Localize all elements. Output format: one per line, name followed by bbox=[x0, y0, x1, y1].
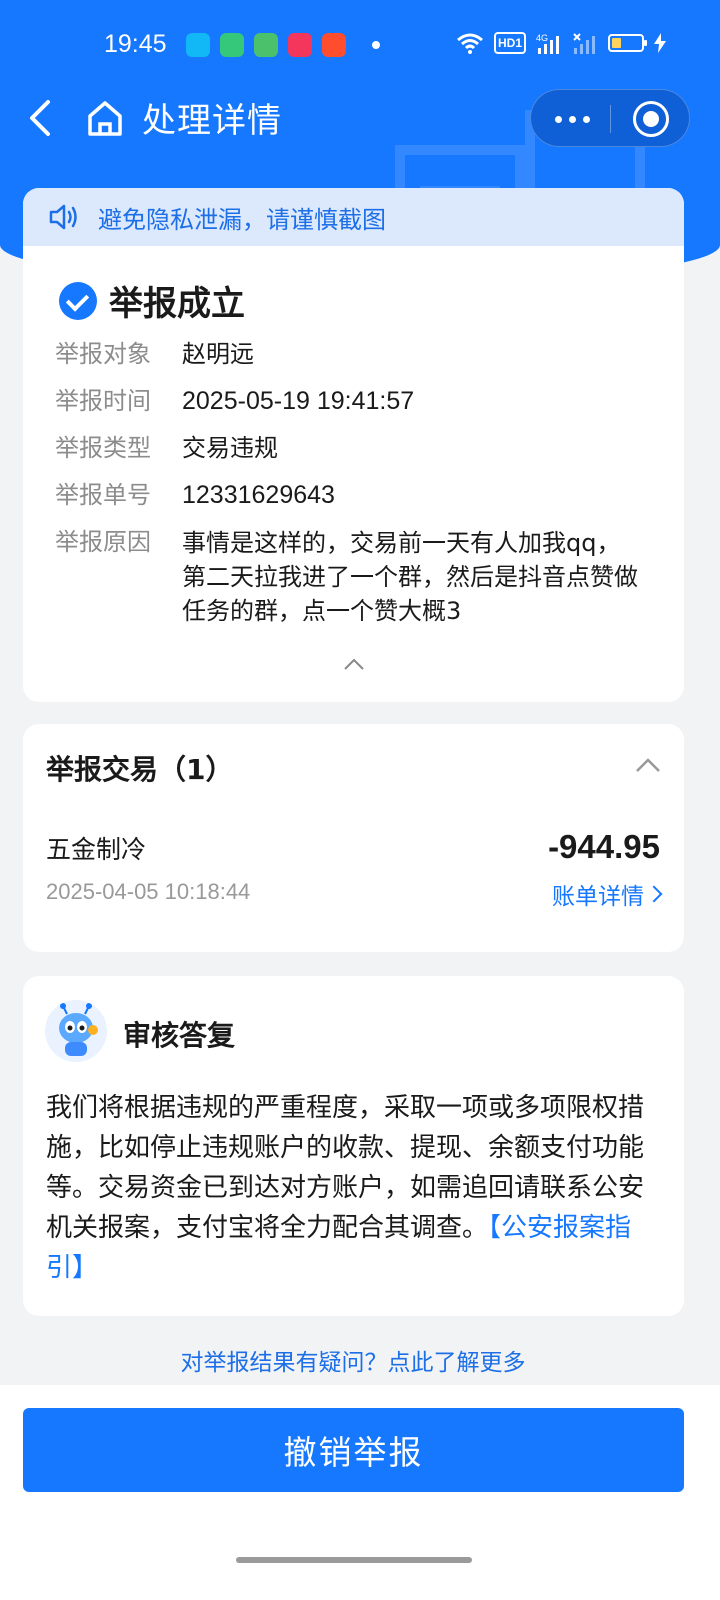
avatar bbox=[45, 1000, 107, 1062]
check-icon bbox=[59, 281, 97, 320]
close-miniapp-icon[interactable] bbox=[633, 101, 669, 137]
info-label: 举报单号 bbox=[55, 481, 151, 509]
review-card: 审核答复 我们将根据违规的严重程度，采取一项或多项限权措施，比如停止违规账户的收… bbox=[23, 976, 684, 1316]
chevron-right-icon bbox=[645, 885, 663, 903]
review-body: 我们将根据违规的严重程度，采取一项或多项限权措施，比如停止违规账户的收款、提现、… bbox=[46, 1088, 660, 1288]
status-bar: 19:45 HD1 4G bbox=[0, 0, 720, 90]
home-indicator[interactable] bbox=[236, 1557, 472, 1563]
cancel-report-button[interactable]: 撤销举报 bbox=[23, 1408, 684, 1492]
capsule-divider bbox=[610, 105, 611, 133]
info-row-reason: 举报原因 事情是这样的，交易前一天有人加我qq，第二天拉我进了一个群，然后是抖音… bbox=[55, 526, 655, 628]
battery-icon bbox=[608, 34, 647, 52]
info-label: 举报类型 bbox=[55, 434, 151, 462]
page-title: 处理详情 bbox=[142, 101, 282, 141]
video-icon bbox=[322, 33, 346, 57]
status-indicators: HD1 4G bbox=[456, 32, 666, 54]
signal-icon: 4G bbox=[536, 33, 559, 54]
info-value: 赵明远 bbox=[182, 340, 254, 368]
wifi-icon bbox=[457, 33, 483, 54]
phone-icon bbox=[220, 33, 244, 57]
info-value: 12331629643 bbox=[182, 481, 335, 509]
nav-bar: 处理详情 bbox=[0, 88, 720, 148]
network-label: 4G bbox=[536, 33, 548, 43]
info-label: 举报原因 bbox=[55, 528, 151, 556]
bill-details-link[interactable]: 账单详情 bbox=[552, 877, 663, 911]
info-value: 2025-05-19 19:41:57 bbox=[182, 387, 415, 415]
notification-dot bbox=[372, 41, 380, 49]
report-status-text: 举报成立 bbox=[109, 284, 245, 324]
signal-weak-icon bbox=[573, 33, 595, 54]
report-status: 举报成立 bbox=[59, 276, 245, 325]
music-icon bbox=[288, 33, 312, 57]
charging-icon bbox=[654, 33, 666, 53]
bill-details-label: 账单详情 bbox=[552, 884, 644, 910]
hd-badge: HD1 bbox=[493, 32, 526, 54]
privacy-notice-text: 避免隐私泄漏，请谨慎截图 bbox=[98, 205, 386, 234]
info-value: 交易违规 bbox=[182, 434, 278, 462]
info-row-number: 举报单号 12331629643 bbox=[55, 479, 655, 512]
info-label: 举报对象 bbox=[55, 340, 151, 368]
more-icon[interactable] bbox=[555, 116, 590, 123]
info-row-target: 举报对象 赵明远 bbox=[55, 338, 655, 371]
trade-card: 举报交易（1） 五金制冷 -944.95 2025-04-05 10:18:44… bbox=[23, 724, 684, 952]
info-row-time: 举报时间 2025-05-19 19:41:57 bbox=[55, 385, 655, 418]
miniapp-capsule bbox=[530, 89, 690, 147]
speaker-icon bbox=[49, 204, 77, 230]
back-icon[interactable] bbox=[22, 96, 58, 140]
question-link[interactable]: 对举报结果有疑问？点此了解更多 bbox=[0, 1343, 706, 1377]
status-time: 19:45 bbox=[104, 30, 167, 58]
trade-section-title: 举报交易（1） bbox=[46, 753, 234, 786]
chevron-up-icon[interactable] bbox=[343, 654, 365, 676]
info-row-type: 举报类型 交易违规 bbox=[55, 432, 655, 465]
trade-time: 2025-04-05 10:18:44 bbox=[46, 879, 251, 904]
robot-mascot-icon bbox=[45, 1000, 107, 1062]
privacy-notice: 避免隐私泄漏，请谨慎截图 bbox=[23, 188, 684, 246]
qq-icon bbox=[186, 33, 210, 57]
report-info-list: 举报对象 赵明远 举报时间 2025-05-19 19:41:57 举报类型 交… bbox=[55, 338, 655, 642]
status-app-icons bbox=[186, 33, 380, 57]
report-reason-text: 事情是这样的，交易前一天有人加我qq，第二天拉我进了一个群，然后是抖音点赞做任务… bbox=[182, 529, 638, 625]
info-label: 举报时间 bbox=[55, 387, 151, 415]
home-icon[interactable] bbox=[86, 98, 124, 138]
chevron-up-icon[interactable] bbox=[635, 756, 661, 774]
trade-name: 五金制冷 bbox=[46, 835, 147, 864]
messages-icon bbox=[254, 33, 278, 57]
trade-amount: -944.95 bbox=[548, 828, 660, 865]
report-card: 避免隐私泄漏，请谨慎截图 举报成立 举报对象 赵明远 举报时间 2025-05-… bbox=[23, 188, 684, 702]
review-title: 审核答复 bbox=[123, 1019, 236, 1052]
